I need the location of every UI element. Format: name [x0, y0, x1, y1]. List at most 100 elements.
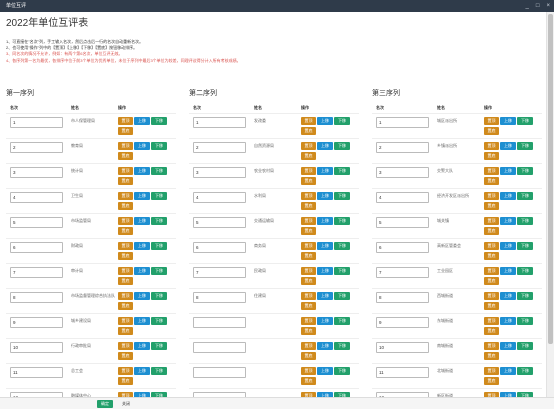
move-up-button[interactable]: 上移: [500, 367, 516, 375]
top-button[interactable]: 置顶: [301, 167, 316, 175]
move-down-button[interactable]: 下移: [334, 242, 350, 250]
move-down-button[interactable]: 下移: [334, 167, 350, 175]
rank-input[interactable]: 10: [376, 342, 429, 353]
bottom-button[interactable]: 置底: [301, 127, 316, 135]
top-button[interactable]: 置顶: [301, 242, 316, 250]
move-up-button[interactable]: 上移: [500, 242, 516, 250]
bottom-button[interactable]: 置底: [301, 327, 316, 335]
move-down-button[interactable]: 下移: [334, 217, 350, 225]
rank-input[interactable]: 5: [10, 217, 63, 228]
rank-input[interactable]: 1: [10, 117, 63, 128]
bottom-button[interactable]: 置底: [118, 252, 133, 260]
bottom-button[interactable]: 置底: [484, 227, 499, 235]
move-up-button[interactable]: 上移: [317, 192, 333, 200]
bottom-button[interactable]: 置底: [301, 277, 316, 285]
bottom-button[interactable]: 置底: [118, 377, 133, 385]
rank-input[interactable]: 8: [193, 292, 246, 303]
move-down-button[interactable]: 下移: [517, 267, 533, 275]
top-button[interactable]: 置顶: [301, 142, 316, 150]
bottom-button[interactable]: 置底: [484, 177, 499, 185]
rank-input[interactable]: 1: [193, 117, 246, 128]
move-up-button[interactable]: 上移: [317, 167, 333, 175]
top-button[interactable]: 置顶: [301, 317, 316, 325]
close-icon[interactable]: ×: [546, 0, 550, 12]
rank-input[interactable]: 2: [376, 142, 429, 153]
move-up-button[interactable]: 上移: [134, 292, 150, 300]
move-down-button[interactable]: 下移: [151, 317, 167, 325]
top-button[interactable]: 置顶: [301, 267, 316, 275]
move-up-button[interactable]: 上移: [317, 217, 333, 225]
bottom-button[interactable]: 置底: [118, 302, 133, 310]
move-down-button[interactable]: 下移: [151, 142, 167, 150]
rank-input[interactable]: 1: [376, 117, 429, 128]
move-up-button[interactable]: 上移: [500, 317, 516, 325]
move-up-button[interactable]: 上移: [134, 267, 150, 275]
bottom-button[interactable]: 置底: [484, 152, 499, 160]
move-up-button[interactable]: 上移: [500, 117, 516, 125]
move-down-button[interactable]: 下移: [151, 242, 167, 250]
top-button[interactable]: 置顶: [301, 217, 316, 225]
rank-input[interactable]: 4: [376, 192, 429, 203]
bottom-button[interactable]: 置底: [118, 327, 133, 335]
move-down-button[interactable]: 下移: [517, 192, 533, 200]
bottom-button[interactable]: 置底: [484, 127, 499, 135]
bottom-button[interactable]: 置底: [118, 277, 133, 285]
move-up-button[interactable]: 上移: [134, 317, 150, 325]
top-button[interactable]: 置顶: [118, 267, 133, 275]
rank-input[interactable]: 8: [10, 292, 63, 303]
rank-input[interactable]: 5: [193, 217, 246, 228]
move-down-button[interactable]: 下移: [151, 217, 167, 225]
top-button[interactable]: 置顶: [118, 317, 133, 325]
move-up-button[interactable]: 上移: [500, 267, 516, 275]
move-up-button[interactable]: 上移: [134, 192, 150, 200]
move-down-button[interactable]: 下移: [334, 192, 350, 200]
move-down-button[interactable]: 下移: [517, 217, 533, 225]
bottom-button[interactable]: 置底: [118, 152, 133, 160]
move-down-button[interactable]: 下移: [334, 292, 350, 300]
bottom-button[interactable]: 置底: [301, 377, 316, 385]
rank-input[interactable]: 7: [10, 267, 63, 278]
move-down-button[interactable]: 下移: [517, 242, 533, 250]
bottom-button[interactable]: 置底: [484, 377, 499, 385]
bottom-button[interactable]: 置底: [484, 302, 499, 310]
move-down-button[interactable]: 下移: [151, 367, 167, 375]
top-button[interactable]: 置顶: [301, 292, 316, 300]
bottom-button[interactable]: 置底: [301, 202, 316, 210]
top-button[interactable]: 置顶: [118, 292, 133, 300]
move-up-button[interactable]: 上移: [317, 142, 333, 150]
rank-input[interactable]: 5: [376, 217, 429, 228]
rank-input[interactable]: 7: [376, 267, 429, 278]
bottom-button[interactable]: 置底: [301, 352, 316, 360]
move-down-button[interactable]: 下移: [334, 117, 350, 125]
rank-input[interactable]: [193, 367, 246, 378]
bottom-button[interactable]: 置底: [484, 252, 499, 260]
move-up-button[interactable]: 上移: [317, 367, 333, 375]
minimize-icon[interactable]: _: [526, 0, 529, 12]
move-up-button[interactable]: 上移: [134, 367, 150, 375]
move-down-button[interactable]: 下移: [151, 342, 167, 350]
move-down-button[interactable]: 下移: [334, 142, 350, 150]
top-button[interactable]: 置顶: [484, 217, 499, 225]
move-down-button[interactable]: 下移: [517, 292, 533, 300]
move-down-button[interactable]: 下移: [151, 117, 167, 125]
top-button[interactable]: 置顶: [484, 342, 499, 350]
move-up-button[interactable]: 上移: [134, 217, 150, 225]
bottom-button[interactable]: 置底: [118, 352, 133, 360]
top-button[interactable]: 置顶: [301, 342, 316, 350]
top-button[interactable]: 置顶: [301, 117, 316, 125]
rank-input[interactable]: 2: [193, 142, 246, 153]
rank-input[interactable]: 9: [10, 317, 63, 328]
bottom-button[interactable]: 置底: [301, 177, 316, 185]
top-button[interactable]: 置顶: [118, 342, 133, 350]
bottom-button[interactable]: 置底: [301, 302, 316, 310]
move-up-button[interactable]: 上移: [500, 142, 516, 150]
move-up-button[interactable]: 上移: [500, 192, 516, 200]
top-button[interactable]: 置顶: [118, 242, 133, 250]
move-up-button[interactable]: 上移: [134, 117, 150, 125]
move-down-button[interactable]: 下移: [334, 317, 350, 325]
move-up-button[interactable]: 上移: [500, 217, 516, 225]
move-down-button[interactable]: 下移: [517, 367, 533, 375]
rank-input[interactable]: 3: [10, 167, 63, 178]
move-up-button[interactable]: 上移: [134, 142, 150, 150]
rank-input[interactable]: 4: [10, 192, 63, 203]
